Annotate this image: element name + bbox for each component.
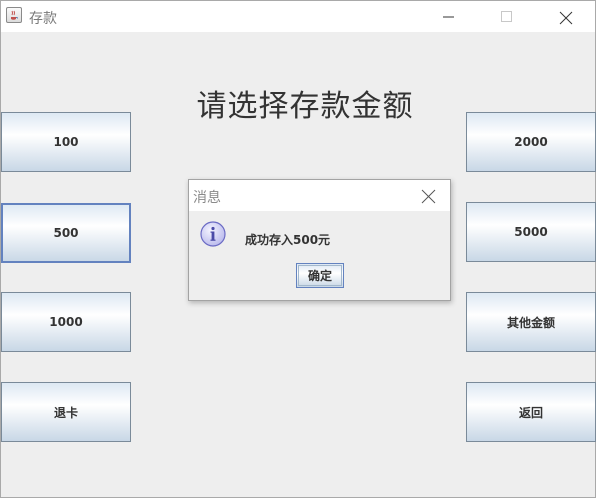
minimize-button[interactable]	[426, 1, 472, 32]
ok-button[interactable]: 确定	[296, 263, 344, 288]
amount-2000-button[interactable]: 2000	[466, 112, 596, 172]
dialog-message: 成功存入500元	[245, 233, 331, 247]
dialog-close-button[interactable]	[410, 180, 446, 211]
dialog-title: 消息	[193, 190, 221, 206]
java-cup-icon	[6, 7, 22, 23]
close-button[interactable]	[542, 1, 588, 32]
amount-1000-button[interactable]: 1000	[1, 292, 131, 352]
info-icon	[200, 221, 226, 247]
amount-500-button[interactable]: 500	[1, 203, 131, 263]
other-amount-button[interactable]: 其他金额	[466, 292, 596, 352]
dialog-title-bar[interactable]: 消息	[189, 180, 450, 211]
close-icon	[421, 189, 436, 204]
eject-card-button[interactable]: 退卡	[1, 382, 131, 442]
window-title: 存款	[29, 11, 57, 27]
maximize-icon	[501, 11, 512, 22]
amount-5000-button[interactable]: 5000	[466, 202, 596, 262]
amount-100-button[interactable]: 100	[1, 112, 131, 172]
back-button[interactable]: 返回	[466, 382, 596, 442]
minimize-icon	[443, 16, 454, 18]
deposit-window: 存款 请选择存款金额 100 500 1000 退卡 2000 5000 其他金…	[0, 0, 596, 498]
maximize-button[interactable]	[484, 1, 530, 32]
close-icon	[559, 11, 573, 25]
title-bar[interactable]: 存款	[1, 1, 595, 32]
message-dialog: 消息 成功存入500元 确定	[188, 179, 451, 301]
